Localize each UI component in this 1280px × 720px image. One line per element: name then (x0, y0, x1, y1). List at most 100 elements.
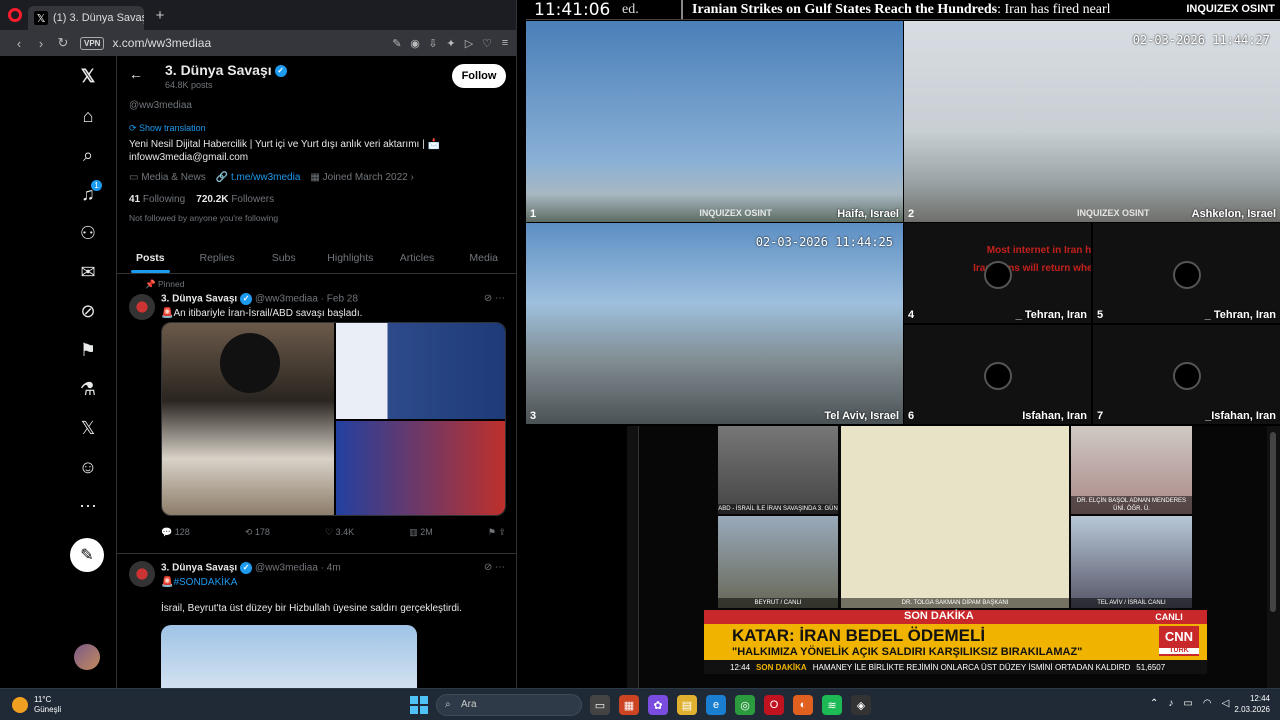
tweet-author[interactable]: 3. Dünya Savaşı ✓ @ww3mediaa · 4m (161, 562, 341, 574)
bookmarks-icon[interactable]: ⚑ (74, 336, 102, 364)
extension-icon[interactable]: ✦ (445, 37, 457, 50)
menu-icon[interactable]: ≡ (499, 37, 511, 50)
back-arrow-icon[interactable]: ← (129, 66, 143, 82)
edit-icon[interactable]: ✎ (391, 37, 403, 50)
tab-subs[interactable]: Subs (250, 242, 317, 273)
profile-icon[interactable]: ☺ (74, 453, 102, 481)
tab-media[interactable]: Media (450, 242, 516, 273)
tweet-text: İsrail, Beyrut'ta üst düzey bir Hizbulla… (161, 603, 462, 614)
follow-button[interactable]: Follow (452, 64, 506, 88)
taskbar-apps: ▭ ▦ ✿ ▤ e ◎ O ◐ ≋ ◈ (590, 695, 871, 715)
more-icon[interactable]: ⋯ (74, 492, 102, 520)
cam-number: 7 (1097, 410, 1104, 422)
like-button[interactable]: ♡ 3.4K (325, 527, 354, 538)
camera-icon[interactable]: ◉ (409, 37, 421, 50)
heart-icon[interactable]: ♡ (481, 37, 493, 50)
copilot-icon[interactable]: ✿ (648, 695, 668, 715)
show-translation-link[interactable]: ⟳ Show translation (129, 123, 206, 134)
edge-icon[interactable]: e (706, 695, 726, 715)
browser-tab[interactable]: 𝕏 (1) 3. Dünya Savaşı (@ww (28, 6, 144, 30)
messages-icon[interactable]: ✉ (74, 258, 102, 286)
son-dakika-bar: SON DAKİKA (704, 610, 1207, 624)
tweet-media[interactable] (161, 625, 417, 688)
following-link[interactable]: 41 Following (129, 194, 185, 205)
firefox-icon[interactable]: ◐ (793, 695, 813, 715)
toolbar-icons: ✎ ◉ ⇩ ✦ ▷ ♡ ≡ (391, 37, 511, 50)
post-button[interactable]: ✎ (70, 538, 104, 572)
tweet-hashtag[interactable]: 🚨#SONDAKİKA (161, 577, 237, 588)
display-icon[interactable]: ▭ (1183, 698, 1192, 709)
back-icon[interactable]: ‹ (8, 36, 30, 51)
wifi-icon[interactable]: ◠ (1203, 698, 1212, 709)
account-avatar[interactable] (74, 644, 100, 670)
news-headline-box: KATAR: İRAN BEDEL ÖDEMELİ "HALKIMIZA YÖN… (704, 624, 1207, 660)
home-icon[interactable]: ⌂ (74, 102, 102, 130)
tab-posts[interactable]: Posts (117, 242, 184, 273)
chevron-up-icon[interactable]: ⌃ (1150, 698, 1158, 709)
start-button[interactable] (410, 696, 428, 714)
tab-highlights[interactable]: Highlights (317, 242, 384, 273)
tweet-avatar[interactable] (129, 294, 155, 320)
notifications-icon[interactable]: ♫ 1 (74, 180, 102, 208)
bookmark-share[interactable]: ⚑ ⇪ (488, 527, 506, 538)
tweet-latest[interactable]: 3. Dünya Savaşı ✓ @ww3mediaa · 4m ⊘ ⋯ 🚨#S… (117, 555, 516, 688)
mic-icon[interactable]: ♪ (1168, 698, 1173, 709)
task-view-icon[interactable]: ▭ (590, 695, 610, 715)
clock-date[interactable]: 12:44 2.03.2026 (1234, 693, 1270, 715)
search-placeholder: Ara (461, 699, 477, 710)
chrome-icon[interactable]: ◎ (735, 695, 755, 715)
cam-timestamp: 02-03-2026 11:44:25 (755, 235, 893, 249)
search-icon[interactable]: ⌕ (74, 141, 102, 169)
x-logo-icon[interactable]: 𝕏 (74, 62, 102, 90)
more-options-icon[interactable]: ⊘ ⋯ (484, 293, 505, 304)
file-explorer-icon[interactable]: ▤ (677, 695, 697, 715)
followers-link[interactable]: 720.2K Followers (196, 194, 274, 205)
reply-button[interactable]: 💬 128 (161, 527, 190, 538)
panel-caption: DR. TOLGA SAKMAN DİPAM BAŞKANI (841, 598, 1069, 608)
scrollbar[interactable] (1267, 426, 1280, 688)
profile-link[interactable]: 🔗 t.me/ww3media (216, 172, 301, 183)
vpn-badge[interactable]: VPN (80, 36, 105, 50)
tab-bar: 𝕏 (1) 3. Dünya Savaşı (@ww + (0, 0, 516, 30)
reload-icon[interactable]: ↻ (52, 35, 74, 51)
more-options-icon[interactable]: ⊘ ⋯ (484, 562, 505, 573)
repost-button[interactable]: ⟲ 178 (245, 527, 270, 538)
grok-icon[interactable]: ⊘ (74, 297, 102, 325)
tab-replies[interactable]: Replies (184, 242, 251, 273)
tweet-author[interactable]: 3. Dünya Savaşı ✓ @ww3mediaa · Feb 28 (161, 293, 358, 305)
app-icon[interactable]: ◈ (851, 695, 871, 715)
media-image-2 (336, 323, 505, 419)
forward-icon[interactable]: › (30, 36, 52, 51)
news-panel-guest: DR. ELÇİN BAŞOL ADNAN MENDERES ÜNİ. ÖĞR.… (1071, 426, 1192, 514)
play-icon[interactable]: ▷ (463, 37, 475, 50)
cam-number: 6 (908, 410, 915, 422)
scrollbar-thumb[interactable] (1270, 432, 1276, 612)
show-translation-text: Show translation (139, 123, 206, 133)
taskbar-search[interactable]: ⌕ Ara (436, 694, 582, 716)
tweet-pinned[interactable]: 📌 Pinned 3. Dünya Savaşı ✓ @ww3mediaa · F… (117, 275, 516, 554)
weather-widget[interactable]: 11°C Güneşli (12, 695, 61, 715)
spotify-icon[interactable]: ≋ (822, 695, 842, 715)
news-subheadline: "HALKIMIZA YÖNELİK AÇIK SALDIRI KARŞILIK… (732, 646, 1083, 658)
volume-icon[interactable]: ◁ (1222, 698, 1230, 709)
browser-window: 𝕏 (1) 3. Dünya Savaşı (@ww + ‹ › ↻ VPN x.… (0, 0, 517, 688)
follow-icon[interactable]: ⚇ (74, 219, 102, 247)
store-icon[interactable]: ▦ (619, 695, 639, 715)
left-scroll-track[interactable] (627, 426, 639, 688)
tweet-avatar[interactable] (129, 561, 155, 587)
tab-articles[interactable]: Articles (384, 242, 451, 273)
tweet-media[interactable] (161, 322, 506, 516)
cnn-turk-logo: CNN TÜRK (1159, 626, 1199, 656)
opera-icon[interactable]: O (764, 695, 784, 715)
opera-logo-icon[interactable] (8, 8, 22, 22)
followers-label: Followers (231, 194, 275, 205)
new-tab-button[interactable]: + (150, 5, 170, 25)
premium-icon[interactable]: 𝕏 (74, 414, 102, 442)
views-button[interactable]: ▥ 2M (409, 527, 433, 538)
cam-tehran-1: Most internet in Iran has been shutdown.… (904, 223, 1091, 323)
sun-icon (12, 697, 28, 713)
download-icon[interactable]: ⇩ (427, 37, 439, 50)
url-field[interactable]: x.com/ww3mediaa (112, 36, 391, 50)
jobs-icon[interactable]: ⚗ (74, 375, 102, 403)
ticker-headline-rest: : Iran has fired nearl (997, 2, 1111, 17)
